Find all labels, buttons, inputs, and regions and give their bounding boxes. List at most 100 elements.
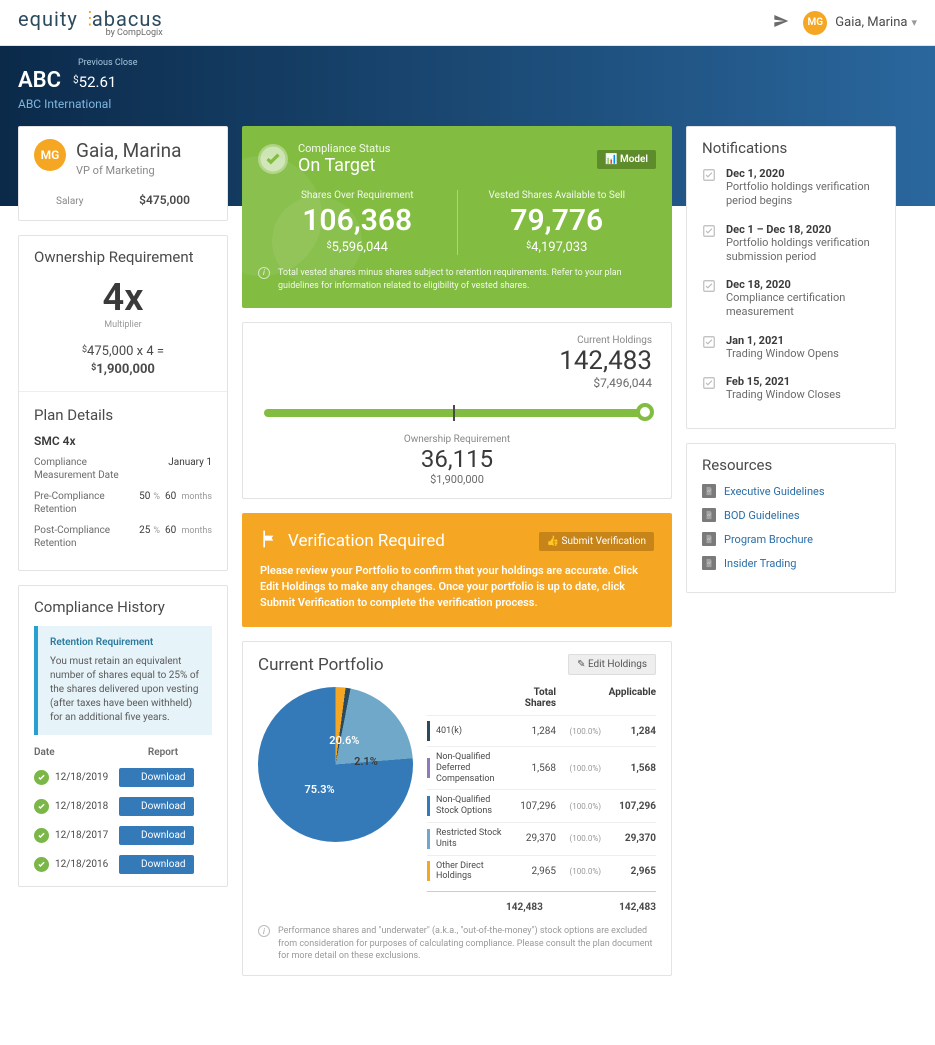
resource-link[interactable]: Insider Trading <box>702 556 880 570</box>
callout-title: Retention Requirement <box>50 636 200 650</box>
plan-sub: SMC 4x <box>34 434 212 448</box>
pdf-icon <box>702 532 716 546</box>
hist-col-report: Report <box>114 747 212 758</box>
plan-title: Plan Details <box>34 406 212 424</box>
download-button[interactable]: Download <box>119 797 194 816</box>
check-icon <box>34 828 49 843</box>
notification-item: Dec 1 – Dec 18, 2020Portfolio holdings v… <box>702 223 880 265</box>
pdf-icon <box>702 508 716 522</box>
shares-over-dollar: $5,596,044 <box>258 240 457 255</box>
pie-label-main: 75.3% <box>305 783 335 796</box>
holdings-card: Current Holdings 142,483 $7,496,044 Owne… <box>242 322 672 499</box>
col-applicable: Applicable <box>601 687 656 709</box>
submit-verification-button[interactable]: 👍 Submit Verification <box>539 532 654 551</box>
plan-row: Post-Compliance Retention25% 60 months <box>34 524 212 550</box>
retention-callout: Retention Requirement You must retain an… <box>34 626 212 735</box>
verification-title: Verification Required <box>288 531 445 551</box>
chevron-down-icon[interactable]: ▾ <box>911 16 917 29</box>
multiplier-value: 4x <box>34 276 212 320</box>
logo-text-pre: equity <box>18 7 78 31</box>
current-holdings-label: Current Holdings <box>258 335 652 346</box>
portfolio-row: Restricted Stock Units29,370(100.0%)29,3… <box>427 822 656 855</box>
send-icon[interactable] <box>773 13 789 33</box>
info-icon: i <box>258 925 270 937</box>
verification-card: Verification Required 👍 Submit Verificat… <box>242 513 672 627</box>
ownership-card: Ownership Requirement 4x Multiplier $475… <box>18 235 228 571</box>
verification-body: Please review your Portfolio to confirm … <box>260 563 654 611</box>
compliance-info-text: Total vested shares minus shares subject… <box>278 267 656 292</box>
calc-line: $475,000 x 4 = <box>34 344 212 359</box>
avatar[interactable]: MG <box>803 11 827 35</box>
check-icon <box>34 799 49 814</box>
portfolio-row: Non-Qualified Deferred Compensation1,568… <box>427 746 656 789</box>
check-icon <box>34 857 49 872</box>
edit-holdings-button[interactable]: ✎ Edit Holdings <box>568 654 656 675</box>
ticker: ABC <box>18 68 61 93</box>
current-holdings-dollar: $7,496,044 <box>258 376 652 390</box>
check-outline-icon <box>702 167 716 181</box>
resources-title: Resources <box>702 456 880 474</box>
vested-avail-label: Vested Shares Available to Sell <box>458 190 657 201</box>
callout-body: You must retain an equivalent number of … <box>50 655 200 725</box>
price: $52.61 <box>73 73 116 91</box>
portfolio-row: 401(k)1,284(100.0%)1,284 <box>427 715 656 746</box>
profile-name: Gaia, Marina <box>76 139 182 162</box>
hist-col-date: Date <box>34 747 114 758</box>
notifications-card: Notifications Dec 1, 2020Portfolio holdi… <box>686 126 896 429</box>
history-title: Compliance History <box>34 598 212 616</box>
pdf-icon <box>702 556 716 570</box>
logo-dots-icon <box>81 11 89 30</box>
calc-result: $1,900,000 <box>34 362 212 377</box>
notification-item: Jan 1, 2021Trading Window Opens <box>702 334 880 361</box>
plan-row: Pre-Compliance Retention50% 60 months <box>34 490 212 516</box>
profile-card: MG Gaia, Marina VP of Marketing Salary $… <box>18 126 228 221</box>
resource-link[interactable]: Program Brochure <box>702 532 880 546</box>
shares-over-value: 106,368 <box>258 203 457 238</box>
history-row: 12/18/2017Download <box>34 826 212 845</box>
current-holdings-value: 142,483 <box>258 346 652 376</box>
user-menu[interactable]: Gaia, Marina <box>835 15 907 30</box>
holdings-slider[interactable] <box>264 404 650 420</box>
resources-card: Resources Executive Guidelines BOD Guidel… <box>686 443 896 593</box>
shares-over-label: Shares Over Requirement <box>258 190 457 201</box>
pie-label-ter: 2.1% <box>354 755 378 768</box>
compliance-status: On Target <box>298 155 390 176</box>
profile-title: VP of Marketing <box>76 164 182 177</box>
compliance-label: Compliance Status <box>298 142 390 155</box>
salary-label: Salary <box>56 196 106 207</box>
plan-row: Compliance Measurement DateJanuary 1 <box>34 456 212 482</box>
check-outline-icon <box>702 375 716 389</box>
vested-avail-dollar: $4,197,033 <box>458 240 657 255</box>
info-icon: i <box>258 267 270 279</box>
pie-label-sec: 20.6% <box>329 734 359 747</box>
notifications-title: Notifications <box>702 139 880 157</box>
portfolio-row: Non-Qualified Stock Options107,296(100.0… <box>427 789 656 822</box>
notification-item: Dec 18, 2020Compliance certification mea… <box>702 278 880 320</box>
check-icon <box>34 770 49 785</box>
ownership-req-label: Ownership Requirement <box>258 434 656 445</box>
check-circle-icon <box>258 144 288 174</box>
ownership-req-dollar: $1,900,000 <box>258 473 656 486</box>
top-bar: equityabacus by CompLogix MG Gaia, Marin… <box>0 0 935 46</box>
portfolio-title: Current Portfolio <box>258 655 384 675</box>
check-outline-icon <box>702 223 716 237</box>
flag-icon <box>260 529 280 553</box>
history-card: Compliance History Retention Requirement… <box>18 585 228 887</box>
resource-link[interactable]: Executive Guidelines <box>702 484 880 498</box>
model-button[interactable]: 📊 Model <box>597 150 656 169</box>
notification-item: Feb 15, 2021Trading Window Closes <box>702 375 880 402</box>
download-button[interactable]: Download <box>119 855 194 874</box>
download-button[interactable]: Download <box>119 768 194 787</box>
ownership-req-value: 36,115 <box>258 445 656 473</box>
avatar-large: MG <box>34 139 66 171</box>
portfolio-card: Current Portfolio ✎ Edit Holdings 75.3% … <box>242 641 672 976</box>
download-button[interactable]: Download <box>119 826 194 845</box>
history-row: 12/18/2019Download <box>34 768 212 787</box>
company-link[interactable]: ABC International <box>18 97 917 111</box>
resource-link[interactable]: BOD Guidelines <box>702 508 880 522</box>
history-row: 12/18/2016Download <box>34 855 212 874</box>
history-row: 12/18/2018Download <box>34 797 212 816</box>
logo: equityabacus by CompLogix <box>18 7 163 38</box>
portfolio-footer: Performance shares and "underwater" (a.k… <box>278 925 656 963</box>
check-outline-icon <box>702 334 716 348</box>
